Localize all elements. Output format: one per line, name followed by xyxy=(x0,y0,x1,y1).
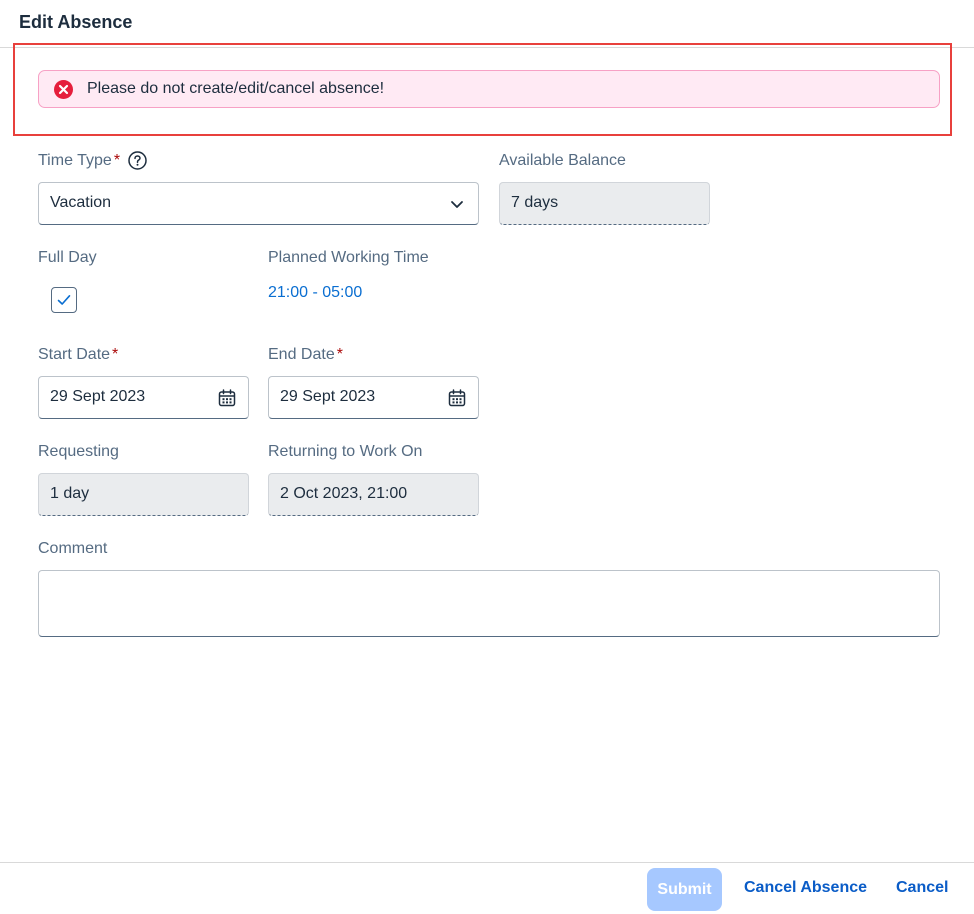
time-type-label: Time Type * xyxy=(38,152,120,170)
dialog-header: Edit Absence xyxy=(0,0,974,48)
time-type-label-text: Time Type xyxy=(38,152,112,169)
calendar-icon[interactable] xyxy=(217,388,237,408)
comment-label: Comment xyxy=(38,540,108,557)
start-date-label: Start Date * xyxy=(38,346,118,364)
comment-textarea[interactable] xyxy=(38,570,940,637)
error-message-text: Please do not create/edit/cancel absence… xyxy=(87,80,385,97)
checkmark-icon xyxy=(57,295,71,305)
dialog-footer: Submit Cancel Absence Cancel xyxy=(0,862,974,914)
required-mark: * xyxy=(336,346,343,363)
chevron-down-icon[interactable] xyxy=(447,194,467,214)
available-balance-label: Available Balance xyxy=(499,152,626,169)
available-balance-value: 7 days xyxy=(511,194,559,211)
cancel-absence-button[interactable]: Cancel Absence xyxy=(744,878,867,898)
planned-working-time-label: Planned Working Time xyxy=(268,249,429,266)
planned-working-time-value: 21:00 - 05:00 xyxy=(268,284,363,301)
end-date-picker[interactable]: 29 Sept 2023 xyxy=(268,376,479,419)
cancel-button[interactable]: Cancel xyxy=(896,878,948,898)
dialog-title: Edit Absence xyxy=(19,12,133,32)
requesting-value: 1 day xyxy=(50,485,90,502)
edit-absence-dialog: Edit Absence Please do not create/edit/c… xyxy=(0,0,974,914)
returning-value: 2 Oct 2023, 21:00 xyxy=(280,485,408,502)
start-date-value: 29 Sept 2023 xyxy=(50,388,146,405)
start-date-picker[interactable]: 29 Sept 2023 xyxy=(38,376,249,419)
end-date-label: End Date * xyxy=(268,346,343,364)
error-icon xyxy=(54,80,73,99)
start-date-label-text: Start Date xyxy=(38,346,111,363)
full-day-label: Full Day xyxy=(38,249,97,266)
available-balance-field: 7 days xyxy=(499,182,710,225)
end-date-value: 29 Sept 2023 xyxy=(280,388,376,405)
error-message-strip: Please do not create/edit/cancel absence… xyxy=(38,70,940,108)
time-type-value: Vacation xyxy=(50,194,112,211)
required-mark: * xyxy=(113,152,121,169)
returning-field: 2 Oct 2023, 21:00 xyxy=(268,473,479,516)
calendar-icon[interactable] xyxy=(447,388,467,408)
submit-button[interactable]: Submit xyxy=(647,868,722,911)
requesting-field: 1 day xyxy=(38,473,249,516)
returning-label: Returning to Work On xyxy=(268,443,423,460)
requesting-label: Requesting xyxy=(38,443,119,460)
end-date-label-text: End Date xyxy=(268,346,335,363)
required-mark: * xyxy=(112,346,119,363)
time-type-select[interactable]: Vacation xyxy=(38,182,479,225)
full-day-checkbox[interactable] xyxy=(51,287,77,313)
question-mark-icon[interactable] xyxy=(128,151,147,170)
